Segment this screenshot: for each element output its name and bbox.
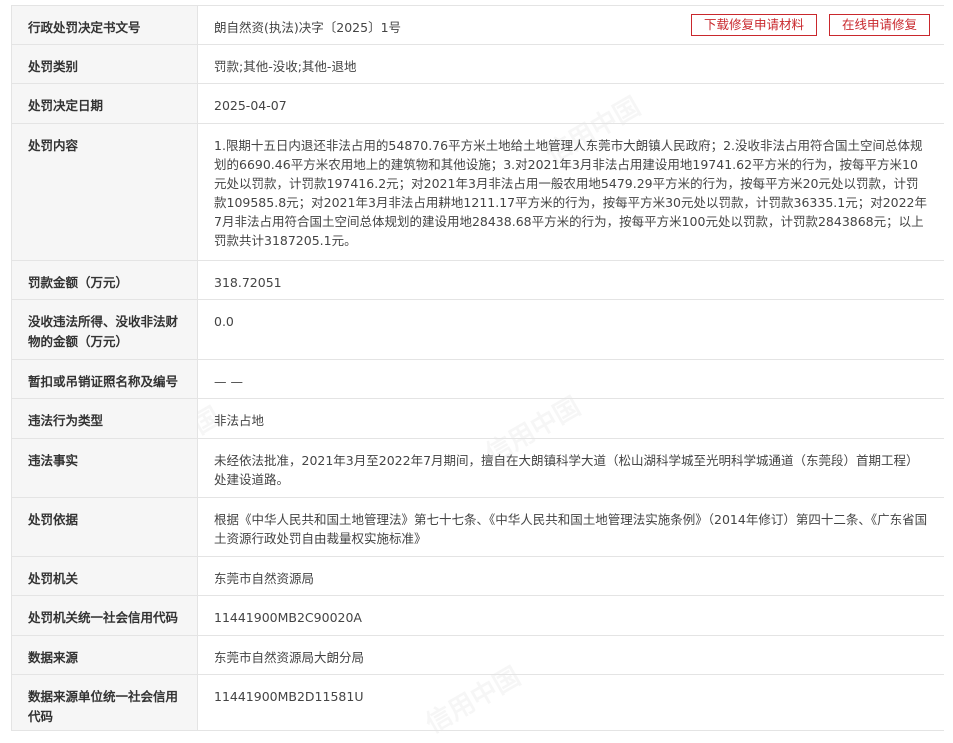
row-value: 11441900MB2D11581U	[214, 689, 364, 704]
row-label: 数据来源	[12, 636, 198, 674]
row-value: 2025-04-07	[214, 98, 287, 113]
row-label: 处罚内容	[12, 124, 198, 260]
online-repair-application-button[interactable]: 在线申请修复	[828, 14, 930, 36]
row-value: 根据《中华人民共和国土地管理法》第七十七条、《中华人民共和国土地管理法实施条例》…	[214, 512, 928, 546]
table-row: 处罚机关统一社会信用代码 11441900MB2C90020A	[12, 596, 944, 636]
row-label: 处罚决定日期	[12, 84, 198, 123]
row-label: 处罚机关统一社会信用代码	[12, 596, 198, 635]
row-label: 行政处罚决定书文号	[12, 6, 198, 44]
table-row: 处罚决定日期 2025-04-07	[12, 84, 944, 124]
row-label: 数据来源单位统一社会信用代码	[12, 675, 198, 730]
table-row: 违法行为类型 非法占地	[12, 399, 944, 439]
row-value: 东莞市自然资源局大朗分局	[214, 650, 365, 665]
row-label: 没收违法所得、没收非法财物的金额（万元）	[12, 300, 198, 359]
row-value: 0.0	[214, 314, 234, 329]
row-label: 暂扣或吊销证照名称及编号	[12, 360, 198, 398]
row-label: 罚款金额（万元）	[12, 261, 198, 299]
row-value: 东莞市自然资源局	[214, 571, 315, 586]
table-row: 数据来源单位统一社会信用代码 11441900MB2D11581U	[12, 675, 944, 731]
row-value: 罚款;其他-没收;其他-退地	[214, 59, 357, 74]
table-row: 没收违法所得、没收非法财物的金额（万元） 0.0	[12, 300, 944, 360]
row-value: 未经依法批准，2021年3月至2022年7月期间，擅自在大朗镇科学大道（松山湖科…	[214, 453, 919, 487]
penalty-info-table: 行政处罚决定书文号 朗自然资(执法)决字〔2025〕1号 下载修复申请材料 在线…	[11, 5, 944, 731]
table-row: 处罚类别 罚款;其他-没收;其他-退地	[12, 45, 944, 84]
decision-number: 朗自然资(执法)决字〔2025〕1号	[214, 20, 402, 35]
table-row: 处罚内容 1.限期十五日内退还非法占用的54870.76平方米土地给土地管理人东…	[12, 124, 944, 261]
row-value: 1.限期十五日内退还非法占用的54870.76平方米土地给土地管理人东莞市大朗镇…	[214, 138, 928, 248]
table-row: 违法事实 未经依法批准，2021年3月至2022年7月期间，擅自在大朗镇科学大道…	[12, 439, 944, 498]
table-row: 行政处罚决定书文号 朗自然资(执法)决字〔2025〕1号 下载修复申请材料 在线…	[12, 6, 944, 45]
row-value: — —	[214, 374, 243, 389]
download-repair-materials-button[interactable]: 下载修复申请材料	[690, 14, 817, 36]
table-row: 暂扣或吊销证照名称及编号 — —	[12, 360, 944, 399]
table-row: 处罚依据 根据《中华人民共和国土地管理法》第七十七条、《中华人民共和国土地管理法…	[12, 498, 944, 557]
table-row: 罚款金额（万元） 318.72051	[12, 261, 944, 300]
table-row: 处罚机关 东莞市自然资源局	[12, 557, 944, 596]
row-label: 处罚依据	[12, 498, 198, 556]
repair-actions: 下载修复申请材料 在线申请修复	[690, 14, 930, 36]
row-label: 处罚机关	[12, 557, 198, 595]
row-value: 非法占地	[214, 413, 265, 428]
row-value: 318.72051	[214, 275, 282, 290]
row-label: 违法行为类型	[12, 399, 198, 438]
table-row: 数据来源 东莞市自然资源局大朗分局	[12, 636, 944, 675]
row-label: 违法事实	[12, 439, 198, 497]
row-value: 朗自然资(执法)决字〔2025〕1号 下载修复申请材料 在线申请修复	[198, 6, 944, 44]
row-label: 处罚类别	[12, 45, 198, 83]
row-value: 11441900MB2C90020A	[214, 610, 362, 625]
